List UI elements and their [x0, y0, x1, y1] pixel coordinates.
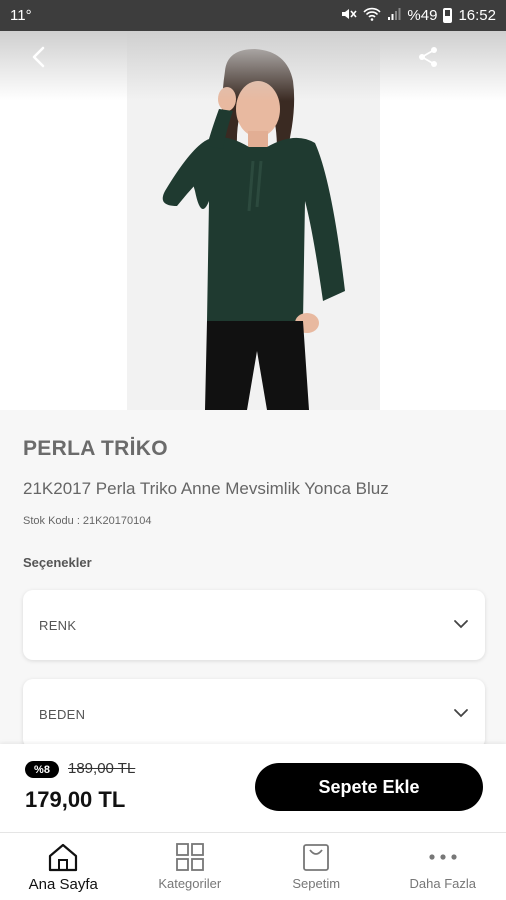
tab-more[interactable]: Daha Fazla	[380, 833, 506, 900]
brand-name: PERLA TRİKO	[23, 437, 168, 460]
color-select[interactable]: RENK	[23, 590, 485, 660]
chevron-down-icon	[453, 616, 469, 634]
status-left: 11°	[10, 7, 32, 24]
back-button[interactable]	[24, 45, 52, 73]
status-right: %49 16:52	[341, 7, 496, 25]
discount-badge: %8	[25, 761, 59, 778]
size-select-label: BEDEN	[39, 706, 86, 722]
chevron-down-icon	[453, 705, 469, 723]
tab-cart[interactable]: Sepetim	[253, 833, 380, 900]
tab-more-label: Daha Fazla	[409, 876, 476, 891]
price-bar: %8 189,00 TL 179,00 TL Sepete Ekle	[0, 744, 506, 832]
battery-icon	[443, 8, 453, 23]
temperature-text: 11°	[10, 7, 32, 24]
product-info: PERLA TRİKO 21K2017 Perla Triko Anne Mev…	[0, 410, 506, 750]
color-select-label: RENK	[39, 617, 77, 633]
clock: 16:52	[458, 7, 496, 24]
product-detail-screen: 11° %49 16:52 PERLA TRİKO 21K2017 Perla …	[0, 0, 506, 900]
share-icon	[417, 46, 439, 73]
cart-icon	[299, 841, 333, 873]
tab-categories[interactable]: Kategoriler	[127, 833, 254, 900]
more-icon	[426, 841, 460, 873]
bottom-tab-bar: Ana Sayfa Kategoriler Sepetim Daha Fazla	[0, 832, 506, 900]
product-image[interactable]	[0, 31, 506, 410]
wifi-icon	[363, 7, 382, 25]
stock-code: Stok Kodu : 21K20170104	[23, 515, 152, 527]
status-bar: 11° %49 16:52	[0, 0, 506, 31]
signal-icon	[387, 7, 401, 25]
battery-percent: %49	[407, 7, 438, 24]
options-heading: Seçenekler	[23, 555, 92, 570]
tab-categories-label: Kategoriler	[158, 876, 222, 891]
share-button[interactable]	[414, 45, 442, 73]
old-price: 189,00 TL	[68, 760, 136, 777]
current-price: 179,00 TL	[25, 787, 126, 812]
chevron-left-icon	[30, 46, 46, 73]
home-icon	[46, 841, 80, 873]
product-title: 21K2017 Perla Triko Anne Mevsimlik Yonca…	[23, 479, 389, 498]
tab-home[interactable]: Ana Sayfa	[0, 833, 127, 900]
grid-icon	[173, 841, 207, 873]
tab-cart-label: Sepetim	[292, 876, 341, 891]
tab-home-label: Ana Sayfa	[28, 876, 98, 893]
mute-icon	[341, 7, 358, 25]
size-select[interactable]: BEDEN	[23, 679, 485, 749]
add-to-cart-button[interactable]: Sepete Ekle	[255, 763, 483, 811]
